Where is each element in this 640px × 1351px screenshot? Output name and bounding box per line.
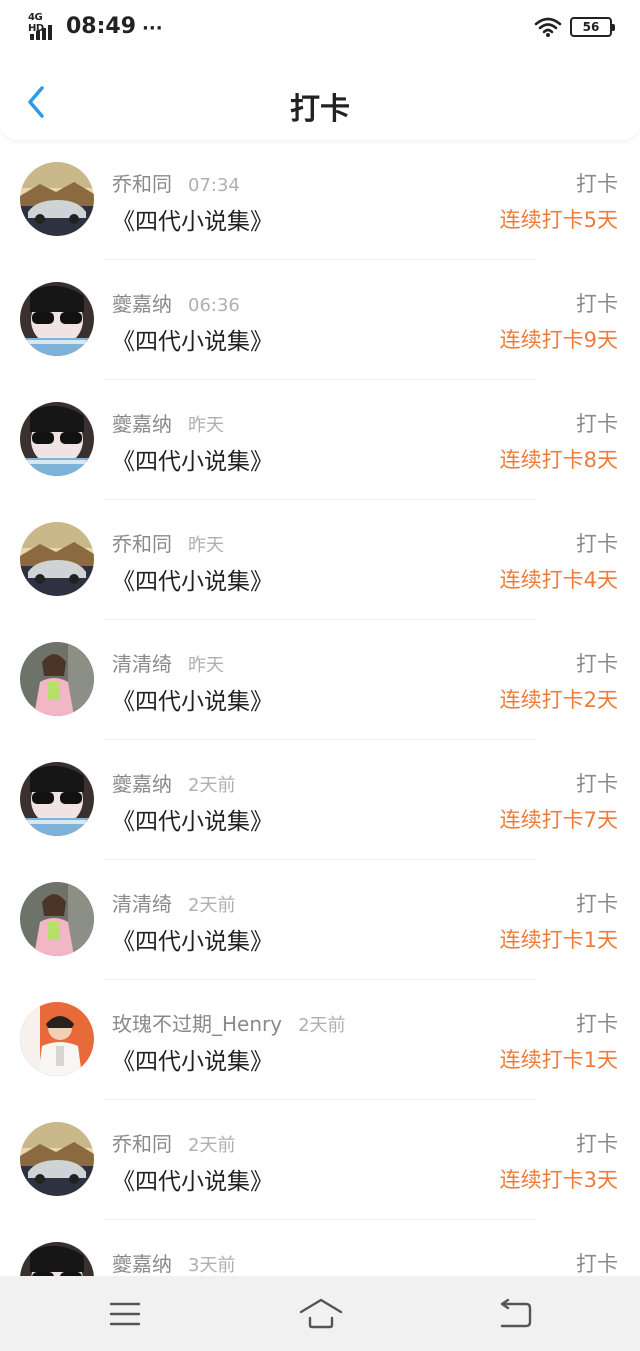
streak-label: 连续打卡1天 bbox=[499, 928, 618, 952]
wifi-icon bbox=[534, 17, 562, 37]
checkin-time: 07:34 bbox=[188, 175, 240, 196]
back-icon bbox=[500, 1298, 532, 1328]
list-item[interactable]: 夔嘉纳 昨天《四代小说集》 打卡连续打卡8天 bbox=[0, 380, 640, 500]
cellular-signal-icon: 4G HD bbox=[28, 12, 58, 40]
user-name-line: 夔嘉纳 2天前 bbox=[112, 768, 235, 797]
list-item[interactable]: 夔嘉纳 06:36 《四代小说集》 打卡连续打卡9天 bbox=[0, 260, 640, 380]
checkin-action-label: 打卡 bbox=[576, 1132, 618, 1156]
user-name[interactable]: 夔嘉纳 bbox=[112, 772, 172, 796]
avatar[interactable] bbox=[20, 642, 94, 716]
avatar[interactable] bbox=[20, 282, 94, 356]
list-item[interactable]: 夔嘉纳 3天前 打卡 bbox=[0, 1220, 640, 1276]
user-name[interactable]: 乔和同 bbox=[112, 532, 172, 556]
page-title: 打卡 bbox=[290, 92, 350, 127]
battery-icon: 56 bbox=[570, 17, 615, 37]
user-name[interactable]: 乔和同 bbox=[112, 1132, 172, 1156]
checkin-time: 昨天 bbox=[188, 535, 224, 556]
user-name-line: 清清绮 2天前 bbox=[112, 888, 235, 917]
user-name[interactable]: 夔嘉纳 bbox=[112, 292, 172, 316]
avatar[interactable] bbox=[20, 1122, 94, 1196]
streak-label: 连续打卡5天 bbox=[499, 208, 618, 232]
battery-level: 56 bbox=[582, 20, 600, 34]
book-title: 《四代小说集》 bbox=[112, 1169, 273, 1195]
status-right: 56 bbox=[534, 17, 615, 37]
streak-label: 连续打卡1天 bbox=[499, 1048, 618, 1072]
user-name-line: 清清绮 昨天 bbox=[112, 648, 224, 677]
user-name-line: 乔和同 昨天 bbox=[112, 528, 224, 557]
page-header: 打卡 bbox=[0, 56, 640, 140]
checkin-time: 3天前 bbox=[188, 1255, 236, 1276]
checkin-action-label: 打卡 bbox=[576, 292, 618, 316]
user-name-line: 夔嘉纳 06:36 bbox=[112, 288, 240, 317]
user-name[interactable]: 清清绮 bbox=[112, 652, 172, 676]
book-title: 《四代小说集》 bbox=[112, 209, 273, 235]
checkin-time: 2天前 bbox=[188, 895, 236, 916]
book-title: 《四代小说集》 bbox=[112, 569, 273, 595]
more-notifications-icon: ··· bbox=[142, 18, 163, 39]
status-bar: 4G HD 08:49 ··· 56 bbox=[0, 0, 640, 56]
checkin-action-label: 打卡 bbox=[576, 532, 618, 556]
home-button[interactable] bbox=[298, 1294, 344, 1334]
list-item[interactable]: 清清绮 2天前《四代小说集》 打卡连续打卡1天 bbox=[0, 860, 640, 980]
back-nav-button[interactable] bbox=[496, 1294, 536, 1334]
avatar[interactable] bbox=[20, 762, 94, 836]
checkin-time: 昨天 bbox=[188, 415, 224, 436]
checkin-time: 2天前 bbox=[188, 775, 236, 796]
list-item[interactable]: 玫瑰不过期_Henry 2天前《四代小说集》 打卡连续打卡1天 bbox=[0, 980, 640, 1100]
streak-label: 连续打卡3天 bbox=[499, 1168, 618, 1192]
list-item[interactable]: 夔嘉纳 2天前《四代小说集》 打卡连续打卡7天 bbox=[0, 740, 640, 860]
user-name[interactable]: 玫瑰不过期_Henry bbox=[112, 1012, 282, 1036]
system-nav-bar bbox=[0, 1276, 640, 1351]
checkin-time: 2天前 bbox=[188, 1135, 236, 1156]
streak-label: 连续打卡2天 bbox=[499, 688, 618, 712]
user-name-line: 乔和同 2天前 bbox=[112, 1128, 235, 1157]
avatar[interactable] bbox=[20, 1242, 94, 1276]
list-item[interactable]: 乔和同 07:34 《四代小说集》 打卡连续打卡5天 bbox=[0, 140, 640, 260]
user-name-line: 夔嘉纳 3天前 bbox=[112, 1248, 235, 1276]
list-item[interactable]: 乔和同 2天前《四代小说集》 打卡连续打卡3天 bbox=[0, 1100, 640, 1220]
checkin-action-label: 打卡 bbox=[576, 892, 618, 916]
book-title: 《四代小说集》 bbox=[112, 689, 273, 715]
checkin-action-label: 打卡 bbox=[576, 772, 618, 796]
checkin-action-label: 打卡 bbox=[576, 412, 618, 436]
checkin-action-label: 打卡 bbox=[576, 172, 618, 196]
menu-button[interactable] bbox=[105, 1294, 145, 1334]
book-title: 《四代小说集》 bbox=[112, 809, 273, 835]
avatar[interactable] bbox=[20, 882, 94, 956]
streak-label: 连续打卡9天 bbox=[499, 328, 618, 352]
checkin-action-label: 打卡 bbox=[576, 652, 618, 676]
clock: 08:49 bbox=[66, 14, 137, 39]
list-item[interactable]: 乔和同 昨天《四代小说集》 打卡连续打卡4天 bbox=[0, 500, 640, 620]
book-title: 《四代小说集》 bbox=[112, 1049, 273, 1075]
checkin-time: 昨天 bbox=[188, 655, 224, 676]
streak-label: 连续打卡8天 bbox=[499, 448, 618, 472]
user-name[interactable]: 夔嘉纳 bbox=[112, 412, 172, 436]
user-name[interactable]: 夔嘉纳 bbox=[112, 1252, 172, 1276]
avatar[interactable] bbox=[20, 1002, 94, 1076]
avatar[interactable] bbox=[20, 162, 94, 236]
checkin-time: 06:36 bbox=[188, 295, 240, 316]
book-title: 《四代小说集》 bbox=[112, 449, 273, 475]
user-name-line: 乔和同 07:34 bbox=[112, 168, 240, 197]
avatar[interactable] bbox=[20, 402, 94, 476]
menu-icon bbox=[109, 1302, 141, 1326]
user-name[interactable]: 乔和同 bbox=[112, 172, 172, 196]
book-title: 《四代小说集》 bbox=[112, 929, 273, 955]
user-name[interactable]: 清清绮 bbox=[112, 892, 172, 916]
user-name-line: 玫瑰不过期_Henry 2天前 bbox=[112, 1008, 346, 1037]
avatar[interactable] bbox=[20, 522, 94, 596]
status-left: 4G HD 08:49 ··· bbox=[28, 12, 163, 40]
list-item[interactable]: 清清绮 昨天《四代小说集》 打卡连续打卡2天 bbox=[0, 620, 640, 740]
checkin-action-label: 打卡 bbox=[576, 1252, 618, 1276]
checkin-list[interactable]: 乔和同 07:34 《四代小说集》 打卡 连续打卡5天 夔嘉纳 06:36 《四代小说集》 打卡… bbox=[0, 140, 640, 1276]
streak-label: 连续打卡7天 bbox=[499, 808, 618, 832]
book-title: 《四代小说集》 bbox=[112, 329, 273, 355]
checkin-time: 2天前 bbox=[298, 1015, 346, 1036]
user-name-line: 夔嘉纳 昨天 bbox=[112, 408, 224, 437]
phone-screen: 4G HD 08:49 ··· 56 打卡 乔和同 07:34 《四代小说集》 … bbox=[0, 0, 640, 1351]
checkin-action-label: 打卡 bbox=[576, 1012, 618, 1036]
home-icon bbox=[299, 1298, 343, 1329]
streak-label: 连续打卡4天 bbox=[499, 568, 618, 592]
